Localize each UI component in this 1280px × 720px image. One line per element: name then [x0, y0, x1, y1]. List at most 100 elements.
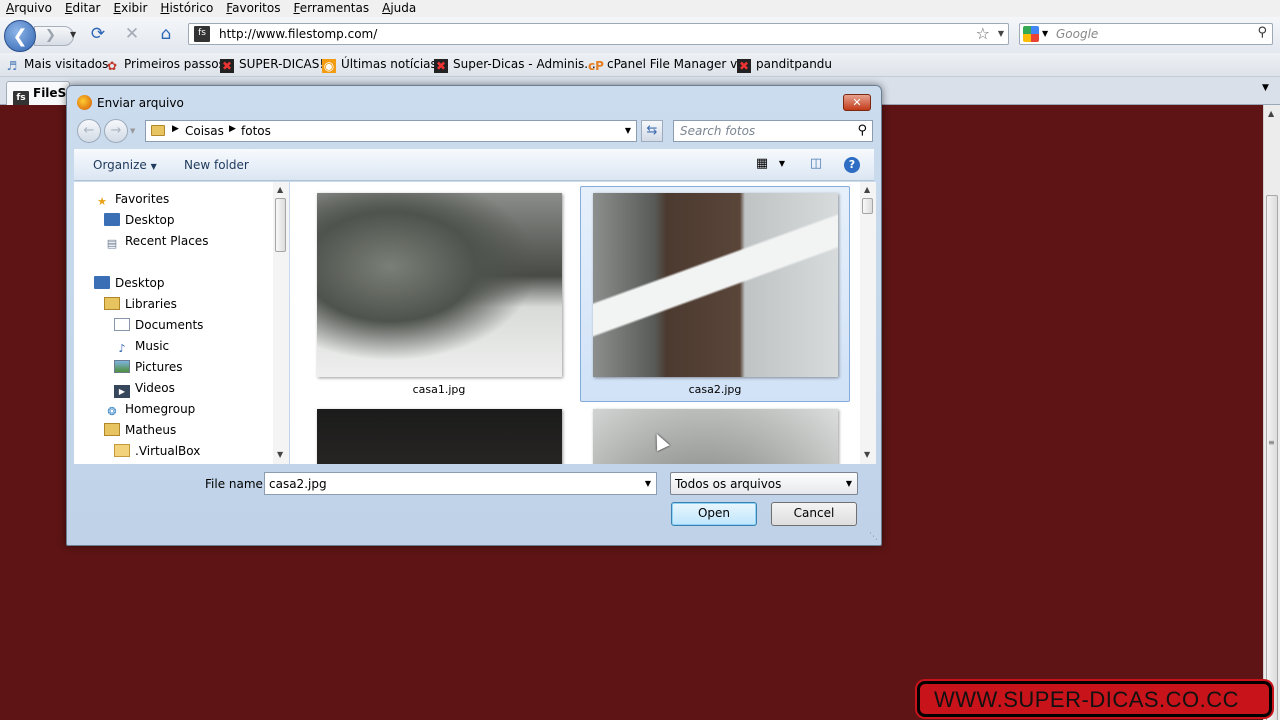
thumbnail-image [317, 409, 562, 464]
bookmark-panditpandu[interactable]: ✖ panditpandu [737, 57, 832, 73]
home-icon[interactable]: ⌂ [156, 24, 176, 44]
preview-pane-icon[interactable]: ◫ [808, 156, 824, 172]
file-item-photo-4[interactable] [580, 402, 850, 464]
nav-item-pictures[interactable]: Pictures [114, 360, 183, 374]
bookmark-ultimas-noticias[interactable]: ◉ Últimas notícias [322, 57, 437, 73]
scroll-up-icon[interactable]: ▲ [864, 185, 870, 194]
bookmark-cpanel[interactable]: cP cPanel File Manager v3 [588, 57, 745, 73]
search-icon[interactable]: ⚲ [1257, 25, 1267, 40]
scroll-thumb[interactable] [862, 198, 873, 214]
view-dropdown-icon[interactable]: ▼ [774, 156, 790, 172]
desktop-icon [94, 276, 110, 289]
breadcrumb-separator-icon[interactable]: ▶ [229, 124, 236, 134]
scroll-up-icon[interactable]: ▲ [1268, 109, 1274, 118]
navigation-toolbar: ❯ ❮ ▼ ⟳ ✕ ⌂ fs http://www.filestomp.com/… [0, 17, 1280, 53]
search-box[interactable]: ▼ Google ⚲ [1019, 23, 1273, 45]
desktop-icon [104, 213, 120, 226]
menu-ferramentas[interactable]: Ferramentas [287, 0, 376, 17]
breadcrumb[interactable]: ▶ Coisas ▶ fotos ▼ [145, 120, 637, 142]
file-name-input[interactable]: casa2.jpg ▼ [264, 472, 657, 495]
nav-item-desktop-fav[interactable]: Desktop [104, 213, 175, 227]
dialog-forward-button[interactable]: → [104, 119, 128, 143]
scroll-grip-icon: ≡ [1268, 438, 1275, 447]
menu-historico[interactable]: Histórico [154, 0, 220, 17]
forward-button[interactable]: ❯ [34, 26, 74, 46]
breadcrumb-item-coisas[interactable]: Coisas [185, 124, 224, 138]
scroll-thumb[interactable] [275, 198, 286, 252]
thumbnail-image [593, 409, 838, 464]
nav-item-recent-places[interactable]: ▤ Recent Places [104, 234, 209, 250]
nav-item-documents[interactable]: Documents [114, 318, 203, 332]
nav-item-favorites[interactable]: ★ Favorites [94, 192, 169, 208]
nav-item-matheus[interactable]: Matheus [104, 423, 176, 437]
breadcrumb-item-fotos[interactable]: fotos [241, 124, 271, 138]
bookmark-mais-visitados[interactable]: ♬ Mais visitados [5, 57, 109, 73]
watermark-banner: WWW.SUPER-DICAS.CO.CC [917, 681, 1272, 717]
help-icon[interactable]: ? [844, 157, 860, 173]
nav-item-homegroup[interactable]: ❂ Homegroup [104, 402, 195, 418]
file-pane-scrollbar[interactable]: ▲ ▼ [860, 182, 876, 464]
search-icon[interactable]: ⚲ [857, 123, 867, 138]
organize-button[interactable]: Organize ▼ [93, 158, 157, 172]
scroll-up-icon[interactable]: ▲ [277, 185, 283, 194]
view-options-icon[interactable]: ▦ [754, 156, 770, 172]
file-upload-dialog: Enviar arquivo ✕ ← → ▼ ▶ Coisas ▶ fotos … [66, 85, 882, 546]
url-dropdown-icon[interactable]: ▼ [998, 29, 1004, 38]
cancel-button[interactable]: Cancel [771, 502, 857, 526]
reload-icon[interactable]: ⟳ [88, 24, 108, 44]
search-placeholder[interactable]: Google [1056, 27, 1098, 41]
history-dropdown-icon[interactable]: ▼ [70, 30, 76, 39]
bookmark-star-icon[interactable]: ☆ [976, 24, 990, 43]
dialog-search-placeholder[interactable]: Search fotos [680, 124, 755, 138]
breadcrumb-dropdown-icon[interactable]: ▼ [625, 126, 631, 135]
close-button[interactable]: ✕ [843, 94, 871, 111]
resize-grip-icon[interactable]: ⋱ [869, 532, 878, 542]
bookmark-super-dicas[interactable]: ✖ SUPER-DICAS! [220, 57, 324, 73]
open-button[interactable]: Open [671, 502, 757, 526]
library-icon [104, 297, 120, 310]
super-dicas-icon: ✖ [737, 59, 751, 73]
file-item-casa2[interactable]: casa2.jpg [580, 186, 850, 402]
file-type-select[interactable]: Todos os arquivos ▼ [670, 472, 858, 495]
file-name-value[interactable]: casa2.jpg [269, 477, 327, 491]
menu-arquivo[interactable]: Arquivo [0, 0, 59, 17]
thumbnail-image [317, 193, 562, 377]
nav-item-virtualbox[interactable]: .VirtualBox [114, 444, 200, 458]
new-folder-button[interactable]: New folder [184, 158, 249, 172]
nav-item-desktop[interactable]: Desktop [94, 276, 165, 290]
search-engine-dropdown-icon[interactable]: ▼ [1042, 29, 1048, 38]
menu-ajuda[interactable]: Ajuda [376, 0, 423, 17]
dialog-back-button[interactable]: ← [77, 119, 101, 143]
scroll-down-icon[interactable]: ▼ [277, 450, 283, 459]
back-button[interactable]: ❮ [4, 20, 36, 52]
menu-editar[interactable]: Editar [59, 0, 108, 17]
file-item-casa1[interactable]: casa1.jpg [304, 186, 574, 402]
scroll-down-icon[interactable]: ▼ [864, 450, 870, 459]
recent-locations-dropdown-icon[interactable]: ▼ [130, 127, 135, 135]
dialog-toolbar: Organize ▼ New folder ▦ ▼ ◫ ? [74, 149, 874, 181]
menu-favoritos[interactable]: Favoritos [220, 0, 287, 17]
file-item-photo-3[interactable] [304, 402, 574, 464]
nav-item-music[interactable]: ♪ Music [114, 339, 169, 355]
nav-item-videos[interactable]: ▶ Videos [114, 381, 175, 398]
scroll-thumb[interactable] [1266, 195, 1278, 720]
homegroup-icon: ❂ [107, 405, 117, 418]
breadcrumb-separator-icon[interactable]: ▶ [172, 124, 179, 134]
dialog-search-input[interactable]: Search fotos ⚲ [673, 120, 873, 142]
address-text[interactable]: http://www.filestomp.com/ [219, 27, 377, 41]
bookmark-super-dicas-admin[interactable]: ✖ Super-Dicas - Adminis... [434, 57, 596, 73]
file-name-dropdown-icon[interactable]: ▼ [645, 479, 651, 488]
address-bar[interactable]: fs http://www.filestomp.com/ ☆ ▼ [188, 23, 1009, 45]
google-icon[interactable] [1023, 26, 1039, 42]
nav-item-libraries[interactable]: Libraries [104, 297, 177, 311]
nav-pane-scrollbar[interactable]: ▲ ▼ [273, 182, 289, 464]
cpanel-icon: cP [588, 59, 604, 73]
bookmark-primeiros-passos[interactable]: ✿ Primeiros passos [105, 57, 225, 73]
page-scrollbar[interactable]: ▲ ≡ [1263, 105, 1280, 720]
most-visited-icon: ♬ [6, 59, 18, 73]
stop-icon[interactable]: ✕ [122, 24, 142, 44]
menu-exibir[interactable]: Exibir [108, 0, 155, 17]
tab-filestomp[interactable]: fsFileSto [6, 81, 70, 105]
refresh-button[interactable]: ⇆ [641, 120, 663, 142]
tab-list-dropdown-icon[interactable]: ▼ [1262, 83, 1269, 93]
